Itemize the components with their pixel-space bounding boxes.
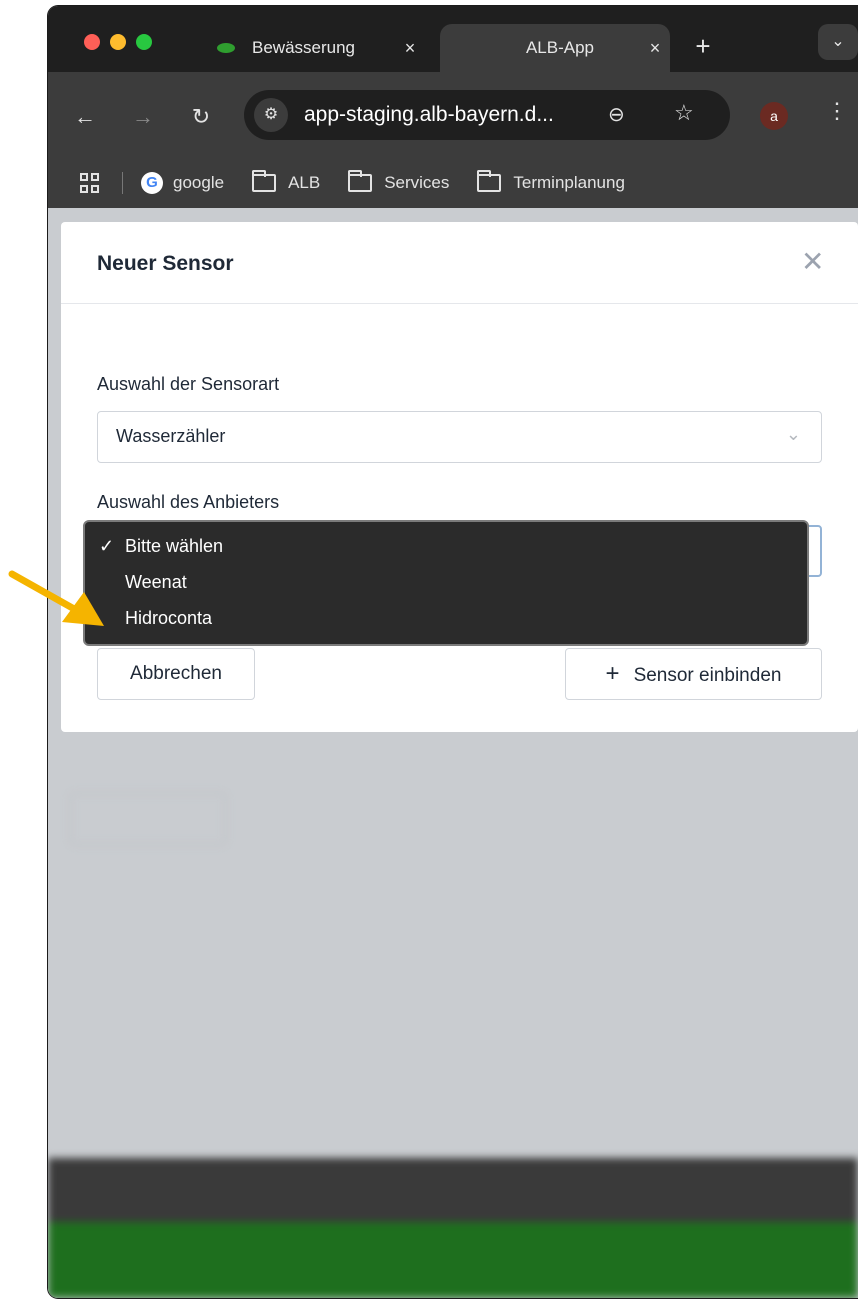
maximize-window-button[interactable] [136,34,152,50]
provider-dropdown: ✓ Bitte wählen Weenat Hidroconta [83,520,809,646]
bookmark-label: Services [384,173,450,192]
new-tab-button[interactable]: + [688,28,718,64]
plus-icon: + [605,660,620,687]
tab-title: ALB-App [525,38,595,57]
address-bar[interactable]: ⚙ app-staging.alb-bayern.d... ⊖ ☆ [244,90,730,140]
close-tab-icon[interactable]: × [640,38,670,59]
zoom-icon[interactable]: ⊖ [608,102,625,127]
tab-search-button[interactable]: ⌄ [818,24,858,60]
sensor-type-select[interactable]: Wasserzähler ⌄ [97,411,822,463]
pointer-arrow-icon [8,570,104,626]
bookmark-google[interactable]: G google [141,172,224,194]
option-label: Bitte wählen [125,536,224,556]
bookmarks-bar: G google ALB Services Terminplanung [48,158,858,208]
option-label: Hidroconta [125,608,213,628]
cancel-button-label: Abbrechen [130,663,222,684]
bookmark-label: ALB [288,173,321,192]
new-sensor-modal: Neuer Sensor ✕ Auswahl der Sensorart Was… [61,222,858,732]
add-sensor-button-label: Sensor einbinden [633,665,782,686]
bookmark-label: google [173,173,225,192]
sensor-type-value: Wasserzähler [116,426,226,446]
url-text[interactable]: app-staging.alb-bayern.d... [304,103,554,127]
site-settings-icon[interactable]: ⚙ [254,98,288,132]
folder-icon [477,170,502,192]
browser-menu-icon[interactable]: ⋮ [826,98,848,124]
bookmark-alb[interactable]: ALB [252,170,321,193]
bookmark-label: Terminplanung [513,173,625,192]
add-sensor-button[interactable]: + Sensor einbinden [565,648,822,700]
bookmark-star-icon[interactable]: ☆ [674,100,694,126]
modal-title: Neuer Sensor [97,252,234,275]
browser-toolbar: ← → ↻ ⚙ app-staging.alb-bayern.d... ⊖ ☆ … [48,72,858,158]
tab-title: Bewässerung [252,38,356,57]
footer-copyright-blurred [48,1222,858,1298]
back-button-blurred [70,793,226,845]
forward-arrow-icon[interactable]: → [128,102,158,132]
back-arrow-icon[interactable]: ← [70,102,100,132]
chevron-down-icon: ⌄ [785,424,801,444]
apps-grid-icon[interactable] [80,173,104,193]
dropdown-option-hidroconta[interactable]: Hidroconta [85,606,807,642]
bookmark-terminplanung[interactable]: Terminplanung [477,170,625,193]
provider-label: Auswahl des Anbieters [97,492,280,512]
sensor-type-label: Auswahl der Sensorart [97,374,280,394]
modal-header: Neuer Sensor ✕ [61,222,858,304]
folder-icon [252,170,277,192]
dropdown-option-bitte-waehlen[interactable]: ✓ Bitte wählen [85,534,807,570]
footer-links-blurred [48,1158,858,1222]
leaf-icon [214,42,238,54]
cancel-button[interactable]: Abbrechen [97,648,255,700]
minimize-window-button[interactable] [110,34,126,50]
reload-icon[interactable]: ↻ [186,102,216,132]
bookmark-separator [122,172,123,194]
google-icon: G [141,172,163,194]
checkmark-icon: ✓ [99,536,115,556]
tab-strip: Bewässerung × ALB-App × + ⌄ [48,6,858,72]
close-tab-icon[interactable]: × [395,38,425,59]
profile-avatar[interactable]: a [760,102,788,130]
close-icon[interactable]: ✕ [801,248,824,276]
dropdown-option-weenat[interactable]: Weenat [85,570,807,606]
page-content: Neuer Sensor ✕ Auswahl der Sensorart Was… [48,208,858,1298]
folder-icon [348,170,373,192]
bookmark-services[interactable]: Services [348,170,450,193]
browser-window: Bewässerung × ALB-App × + ⌄ ← → ↻ ⚙ app-… [48,6,858,1298]
tab-bewaesserung[interactable]: Bewässerung × [200,24,425,72]
option-label: Weenat [125,572,187,592]
close-window-button[interactable] [84,34,100,50]
tab-alb-app[interactable]: ALB-App × [440,24,670,72]
